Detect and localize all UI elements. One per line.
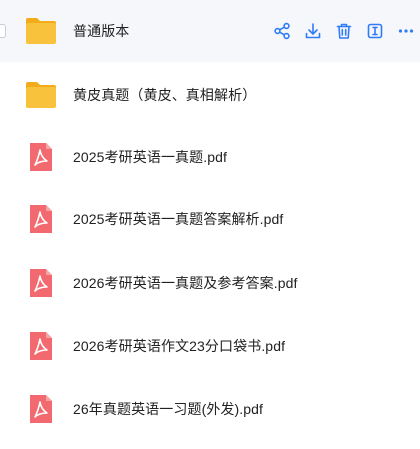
share-icon[interactable] [272,21,292,41]
download-icon[interactable] [303,21,323,41]
file-row-folder-yellow[interactable]: 黄皮真题（黄皮、真相解析） [0,62,420,124]
file-name[interactable]: 2025考研英语一真题答案解析.pdf [73,210,283,228]
folder-icon [25,80,57,110]
trash-icon[interactable] [334,21,354,41]
file-row-pdf[interactable]: 2026考研英语一真题及参考答案.pdf [0,250,420,312]
pdf-icon [25,142,57,172]
folder-icon [25,16,57,46]
pdf-icon [25,268,57,298]
rename-icon[interactable] [365,21,385,41]
file-name[interactable]: 2025考研英语一真题.pdf [73,148,227,166]
row-checkbox[interactable] [0,24,6,38]
row-actions [261,0,420,62]
file-row-pdf[interactable]: 2026考研英语作文23分口袋书.pdf [0,313,420,375]
file-row-folder-standard[interactable]: 普通版本 [0,0,420,62]
file-row-pdf[interactable]: 2025考研英语一真题.pdf [0,124,420,186]
more-icon[interactable] [396,21,416,41]
pdf-icon [25,204,57,234]
file-name[interactable]: 普通版本 [73,22,129,40]
file-name[interactable]: 2026考研英语一真题及参考答案.pdf [73,274,298,292]
file-name[interactable]: 黄皮真题（黄皮、真相解析） [73,86,256,104]
file-row-pdf[interactable]: 2025考研英语一真题答案解析.pdf [0,186,420,248]
file-name[interactable]: 2026考研英语作文23分口袋书.pdf [73,337,285,355]
pdf-icon [25,394,57,424]
pdf-icon [25,331,57,361]
file-row-pdf[interactable]: 26年真题英语一习题(外发).pdf [0,376,420,438]
file-name[interactable]: 26年真题英语一习题(外发).pdf [73,400,263,418]
